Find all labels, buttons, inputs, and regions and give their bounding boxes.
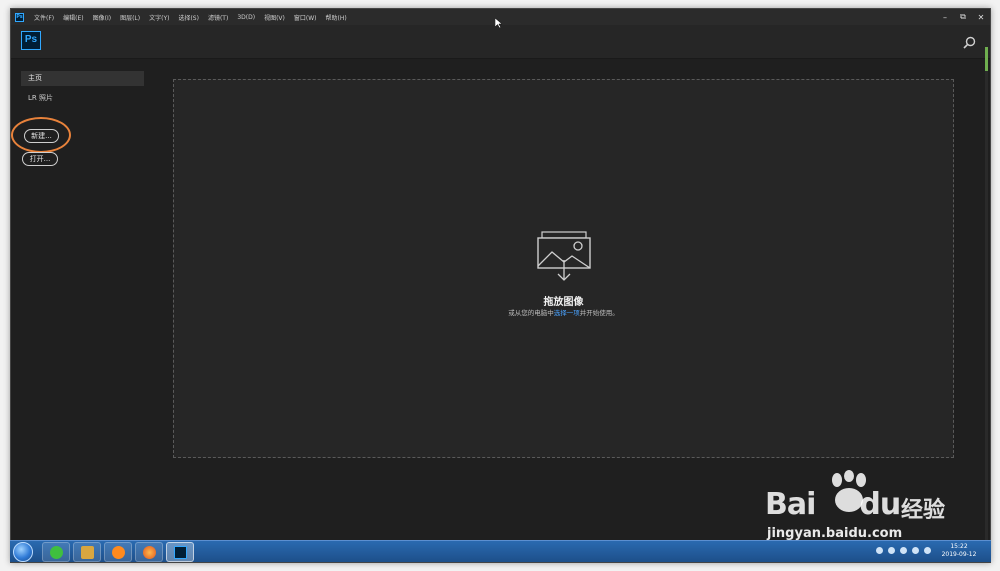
open-button[interactable]: 打开... [22, 152, 58, 166]
new-button[interactable]: 新建... [24, 129, 59, 143]
tray-volume-icon[interactable] [912, 547, 919, 554]
menu-select[interactable]: 选择(S) [178, 13, 199, 22]
drop-title: 拖放图像 [543, 297, 584, 308]
tray-security-icon[interactable] [900, 547, 907, 554]
menu-layer[interactable]: 图层(L) [120, 13, 140, 22]
photoshop-icon [174, 546, 187, 559]
tray-app-icon[interactable] [924, 547, 931, 554]
tray-keyboard-icon[interactable] [876, 547, 883, 554]
drop-subtitle-suffix: 并开始使用。 [579, 309, 619, 317]
minimize-button[interactable]: – [936, 13, 954, 22]
mouse-cursor-icon [495, 18, 503, 28]
taskbar-app-firefox[interactable] [135, 542, 163, 562]
app-mini-icon: Ps [15, 12, 24, 22]
menu-image[interactable]: 图像(I) [93, 13, 111, 22]
drop-subtitle-prefix: 或从您的电脑中 [508, 309, 554, 317]
browser-icon [112, 546, 125, 559]
choose-file-link[interactable]: 选择一项 [554, 309, 580, 317]
photoshop-window: Ps 文件(F) 编辑(E) 图像(I) 图层(L) 文字(Y) 选择(S) 滤… [10, 8, 991, 563]
drop-zone[interactable]: 拖放图像 或从您的电脑中选择一项并开始使用。 [173, 79, 954, 458]
menu-type[interactable]: 文字(Y) [149, 13, 169, 22]
taskbar-clock[interactable]: 15:22 2019-09-12 [939, 543, 979, 559]
window-controls: – ⧉ ✕ [936, 9, 990, 25]
menu-help[interactable]: 帮助(H) [326, 13, 347, 22]
clock-date: 2019-09-12 [941, 551, 977, 558]
taskbar-app-photoshop[interactable] [166, 542, 194, 562]
app-header: Ps [11, 25, 990, 59]
start-button[interactable] [13, 542, 33, 562]
system-tray [876, 547, 931, 554]
drop-subtitle: 或从您的电脑中选择一项并开始使用。 [174, 307, 953, 317]
menu-file[interactable]: 文件(F) [34, 13, 54, 22]
taskbar-app-notes[interactable] [73, 542, 101, 562]
sidebar-item-lr-photos[interactable]: LR 照片 [28, 93, 53, 103]
scrollbar-track[interactable] [985, 47, 988, 547]
restore-button[interactable]: ⧉ [954, 12, 972, 22]
taskbar-app-browser[interactable] [104, 542, 132, 562]
sidebar-item-home[interactable]: 主页 [21, 71, 144, 86]
menu-view[interactable]: 视图(V) [264, 13, 285, 22]
taskbar-app-refresh[interactable] [42, 542, 70, 562]
menu-filter[interactable]: 滤镜(T) [208, 13, 228, 22]
scrollbar-thumb[interactable] [985, 47, 988, 71]
refresh-icon [50, 546, 63, 559]
menu-edit[interactable]: 编辑(E) [63, 13, 83, 22]
drop-image-icon [537, 231, 591, 281]
notes-icon [81, 546, 94, 559]
windows-taskbar: 15:22 2019-09-12 [10, 540, 991, 562]
screenshot-frame: Ps 文件(F) 编辑(E) 图像(I) 图层(L) 文字(Y) 选择(S) 滤… [0, 0, 1000, 571]
ps-logo: Ps [21, 31, 41, 50]
tray-network-icon[interactable] [888, 547, 895, 554]
close-button[interactable]: ✕ [972, 13, 990, 22]
search-icon[interactable] [963, 36, 976, 49]
menu-3d[interactable]: 3D(D) [237, 14, 255, 21]
clock-time: 15:22 [950, 543, 968, 550]
firefox-icon [143, 546, 156, 559]
menu-window[interactable]: 窗口(W) [294, 13, 317, 22]
